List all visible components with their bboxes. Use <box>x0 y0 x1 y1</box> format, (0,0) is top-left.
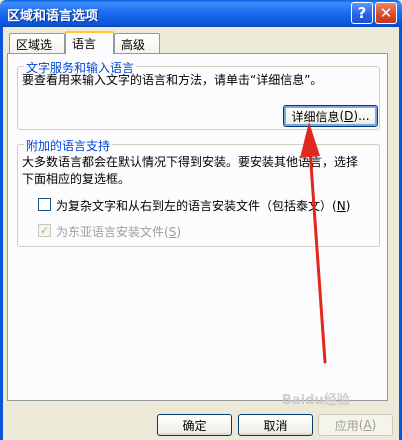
annotation-arrow-icon <box>300 122 327 364</box>
watermark: Baidu经验 <box>282 393 350 408</box>
